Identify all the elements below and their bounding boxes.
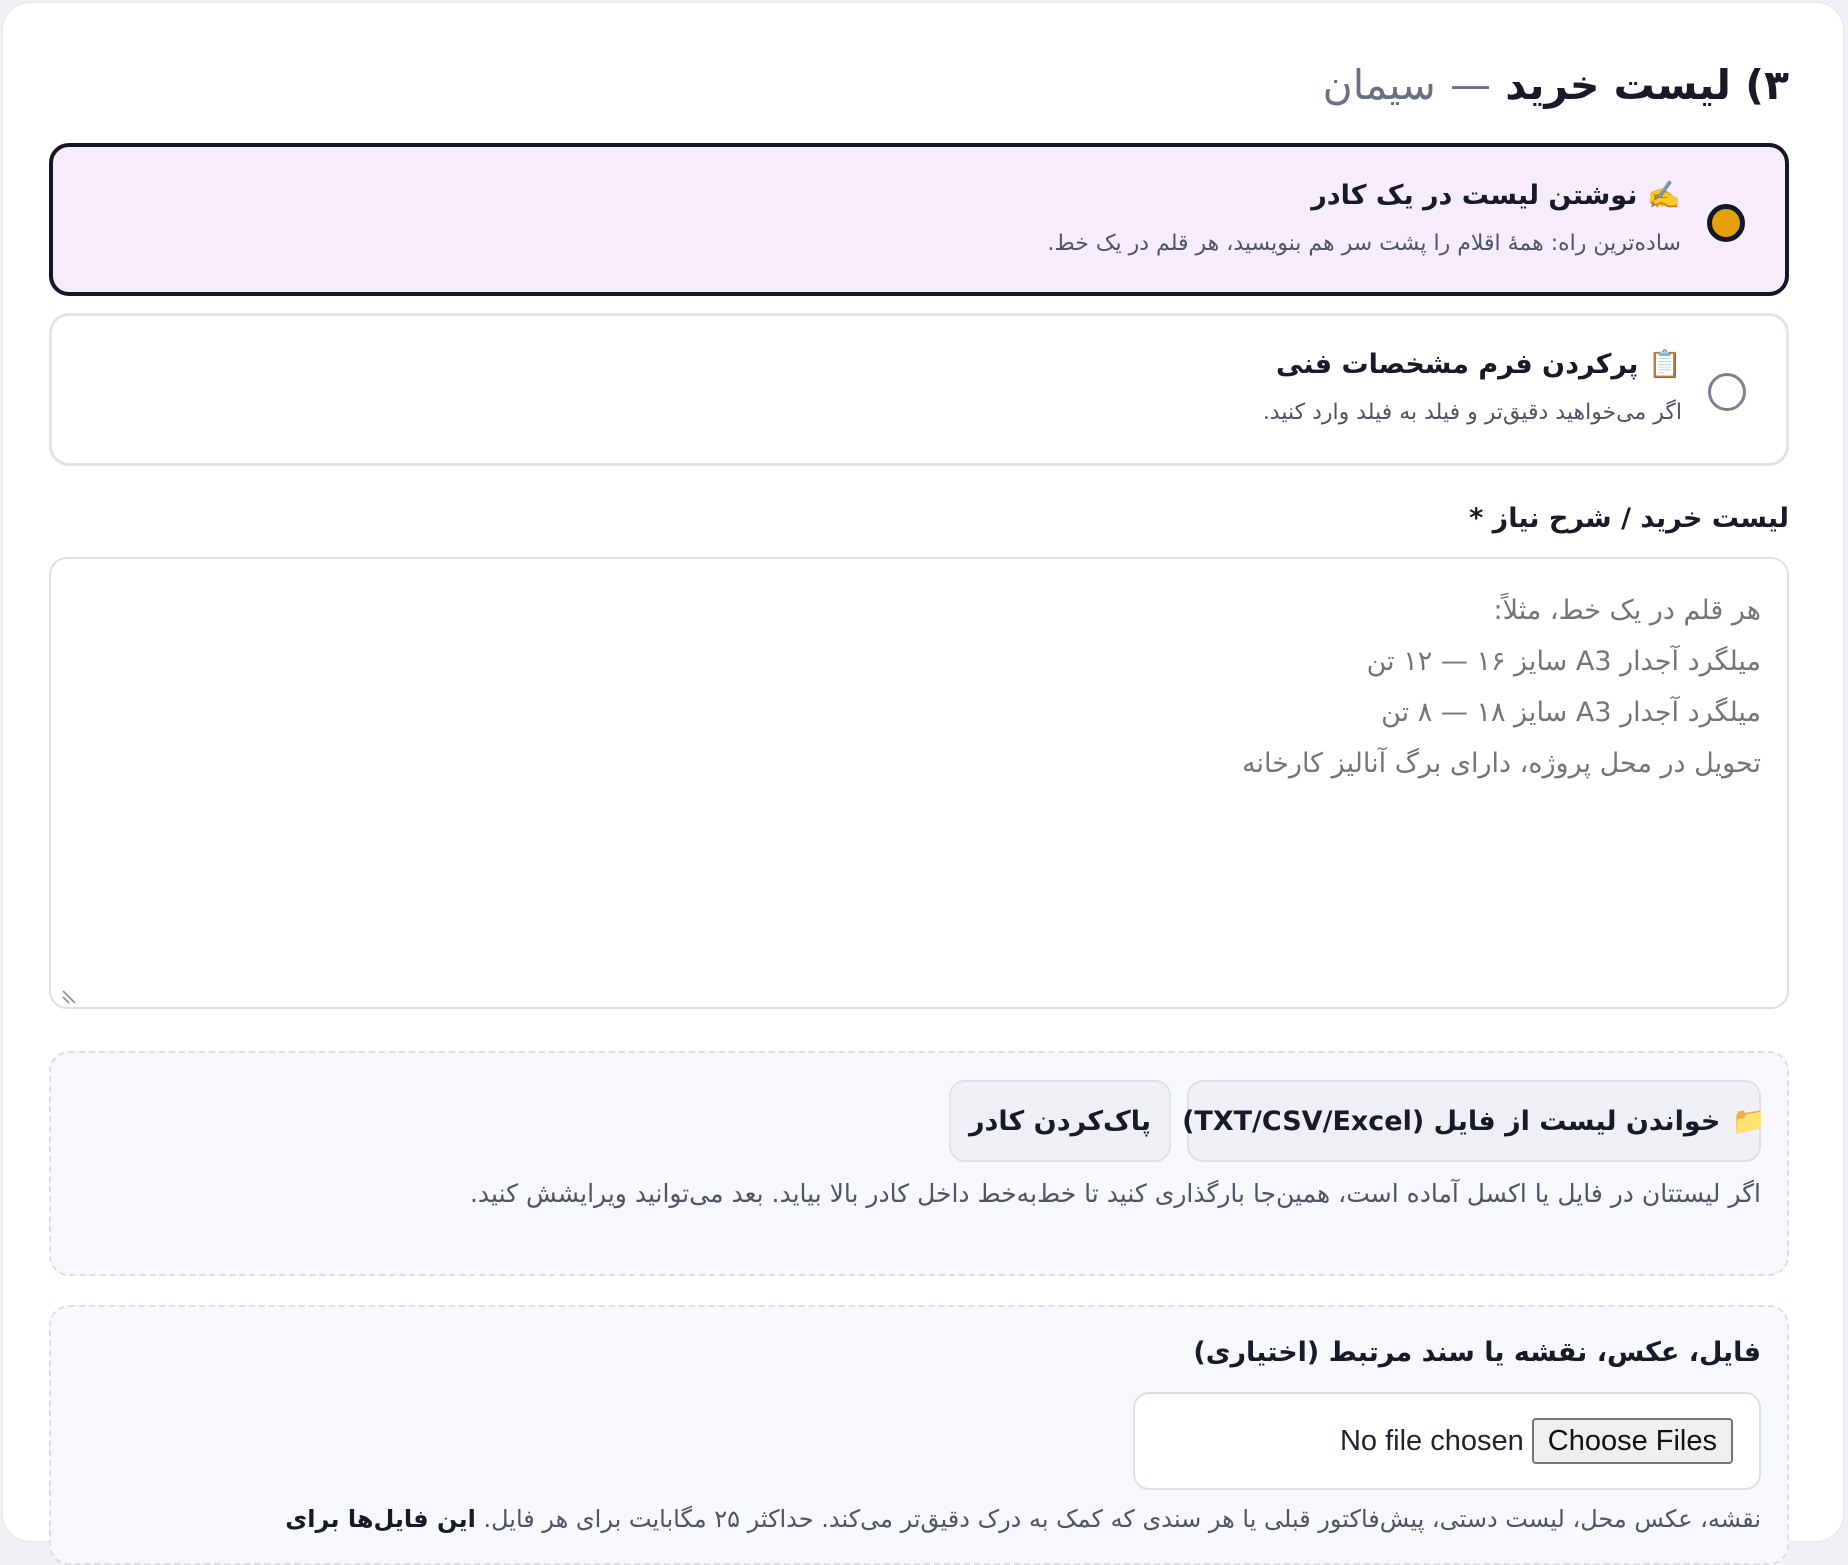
upload-list-panel: 📁 خواندن لیست از فایل (TXT/CSV/Excel) پاک…	[49, 1051, 1789, 1276]
purchase-list-textarea[interactable]	[49, 557, 1789, 1009]
folder-icon: 📁	[1732, 1106, 1766, 1137]
section-title-text: لیست خرید	[1505, 61, 1731, 109]
attachments-label: فایل، عکس، نقشه یا سند مرتبط (اختیاری)	[1193, 1337, 1761, 1368]
upload-list-hint: اگر لیستتان در فایل یا اکسل آماده است، ه…	[469, 1179, 1761, 1208]
choose-files-button[interactable]: Choose Files	[1531, 1418, 1733, 1464]
option-fill-form[interactable]: 📋 پرکردن فرم مشخصات فنی اگر می‌خواهید دقی…	[49, 313, 1789, 466]
radio-fill-form[interactable]	[1708, 373, 1746, 411]
resize-grip-icon[interactable]	[61, 987, 79, 1005]
option-title-text: پرکردن فرم مشخصات فنی	[1276, 349, 1639, 380]
option-write-list[interactable]: ✍️ نوشتن لیست در یک کادر ساده‌ترین راه: ه…	[49, 143, 1789, 296]
attachments-note-bold: این فایل‌ها برای	[285, 1505, 476, 1533]
purchase-list-card: ۳) لیست خرید — سیمان ✍️ نوشتن لیست در یک …	[2, 2, 1844, 1565]
option-description: ساده‌ترین راه: همهٔ اقلام را پشت سر هم ب…	[1047, 231, 1681, 256]
radio-write-list[interactable]	[1707, 204, 1745, 242]
file-status: No file chosen	[1339, 1424, 1524, 1457]
attachments-note: نقشه، عکس محل، لیست دستی، پیش‌فاکتور قبل…	[285, 1505, 1761, 1533]
title-separator: —	[1449, 61, 1491, 109]
list-field-label: لیست خرید / شرح نیاز *	[1469, 503, 1789, 534]
load-list-label: خواندن لیست از فایل (TXT/CSV/Excel)	[1182, 1105, 1721, 1137]
option-title: ✍️ نوشتن لیست در یک کادر	[1311, 179, 1681, 211]
clear-textarea-button[interactable]: پاک‌کردن کادر	[949, 1080, 1171, 1162]
attachments-panel: فایل، عکس، نقشه یا سند مرتبط (اختیاری) N…	[49, 1305, 1789, 1565]
option-description: اگر می‌خواهید دقیق‌تر و فیلد به فیلد وار…	[1262, 400, 1682, 425]
file-input[interactable]: No file chosen Choose Files	[1133, 1392, 1761, 1490]
option-title: 📋 پرکردن فرم مشخصات فنی	[1276, 348, 1682, 380]
section-subtitle: سیمان	[1322, 61, 1436, 109]
section-title: ۳) لیست خرید — سیمان	[1323, 61, 1789, 109]
load-list-from-file-button[interactable]: 📁 خواندن لیست از فایل (TXT/CSV/Excel)	[1182, 1080, 1766, 1162]
attachments-note-text: نقشه، عکس محل، لیست دستی، پیش‌فاکتور قبل…	[483, 1505, 1761, 1533]
writing-hand-icon: ✍️	[1647, 180, 1681, 211]
section-number: ۳)	[1745, 61, 1789, 109]
clipboard-icon: 📋	[1648, 349, 1682, 380]
option-title-text: نوشتن لیست در یک کادر	[1311, 180, 1638, 211]
